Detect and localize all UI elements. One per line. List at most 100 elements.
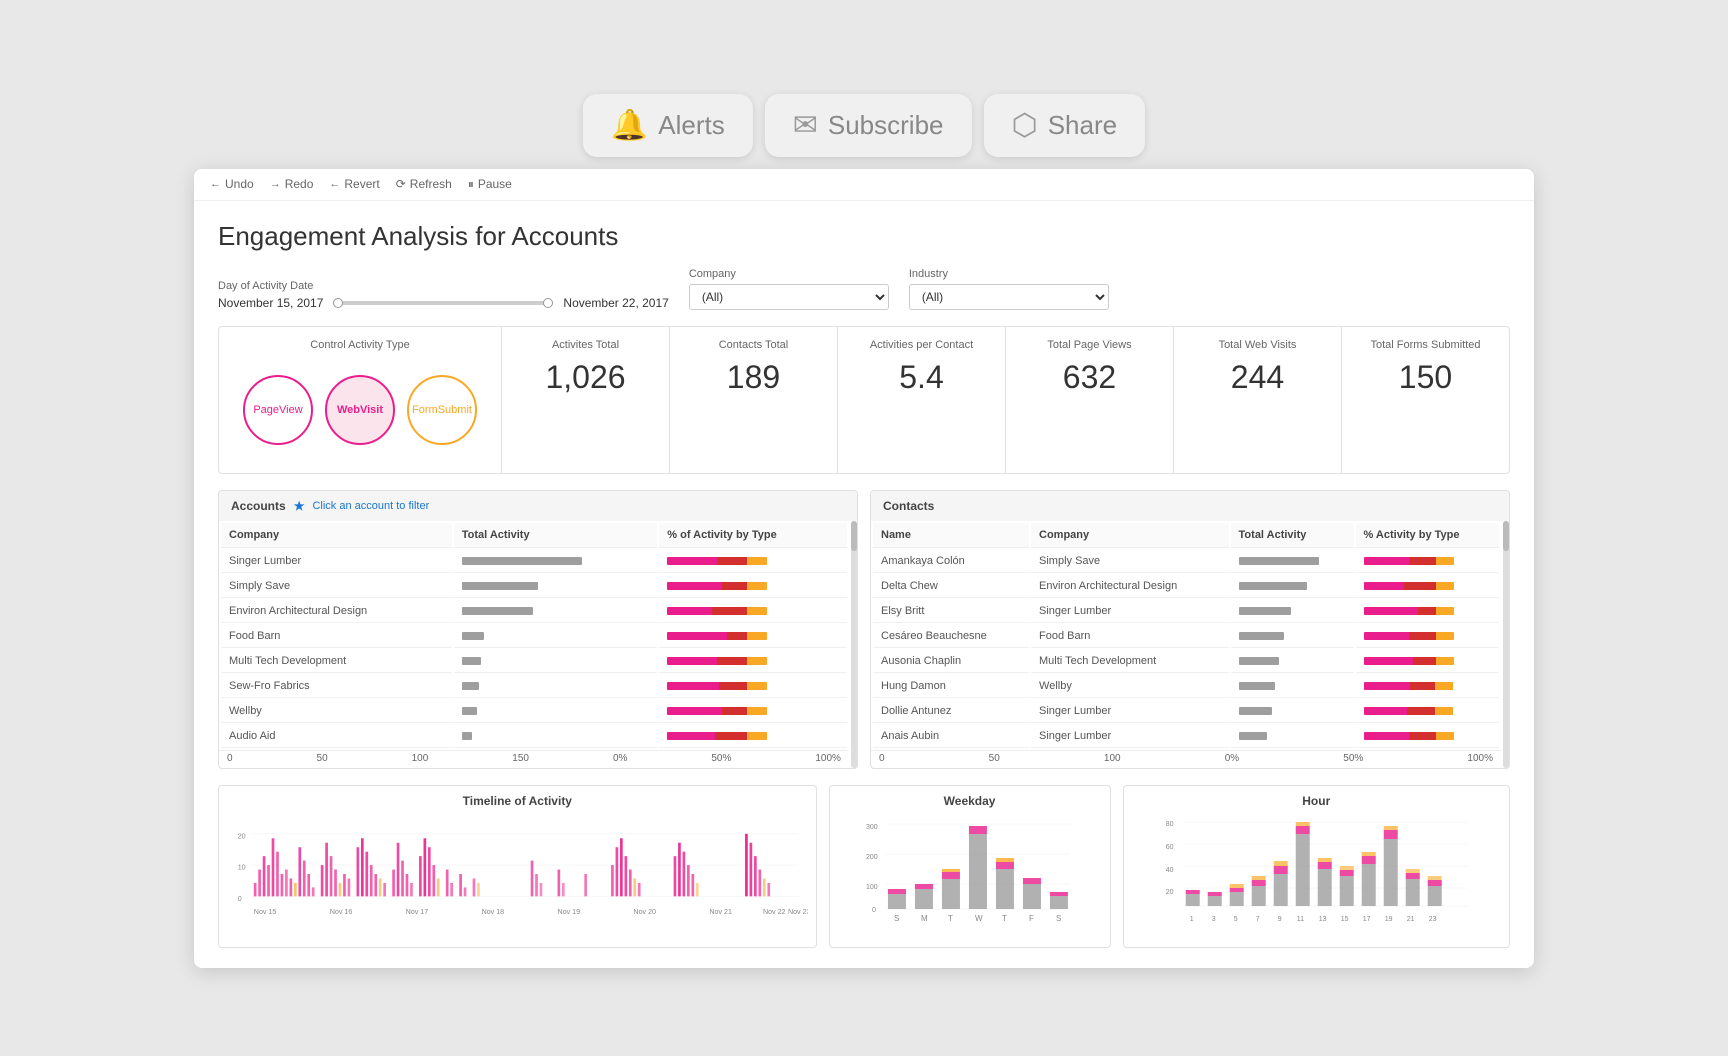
svg-text:0: 0 xyxy=(238,894,242,902)
svg-text:Nov 18: Nov 18 xyxy=(482,908,505,916)
timeline-title: Timeline of Activity xyxy=(227,794,808,808)
forms-submitted-value: 150 xyxy=(1358,359,1493,396)
undo-arrow-icon: ← xyxy=(210,178,221,190)
svg-text:17: 17 xyxy=(1362,916,1370,923)
revert-button[interactable]: ← Revert xyxy=(329,177,379,191)
filters-row: Day of Activity Date November 15, 2017 N… xyxy=(218,268,1510,310)
subscribe-label: Subscribe xyxy=(828,110,944,141)
formsubmit-circle[interactable]: FormSubmit xyxy=(407,375,477,445)
web-visits-card: Total Web Visits 244 xyxy=(1174,327,1342,473)
svg-text:S: S xyxy=(894,914,899,923)
undo-button[interactable]: ← Undo xyxy=(210,177,254,191)
pause-button[interactable]: ⏸ Pause xyxy=(468,177,512,192)
contacts-total-title: Contacts Total xyxy=(686,339,821,351)
table-row[interactable]: Audio Aid xyxy=(221,725,847,748)
subscribe-button[interactable]: ✉ Subscribe xyxy=(765,94,972,157)
accounts-scrollbar[interactable] xyxy=(851,521,857,768)
contacts-title: Contacts xyxy=(883,499,934,513)
company-filter-label: Company xyxy=(689,268,889,280)
table-row[interactable]: Sew-Fro Fabrics xyxy=(221,675,847,698)
page-title: Engagement Analysis for Accounts xyxy=(218,221,1510,252)
table-row[interactable]: Delta ChewEnviron Architectural Design xyxy=(873,575,1499,598)
table-row[interactable]: Anais AubinSinger Lumber xyxy=(873,725,1499,748)
industry-filter-label: Industry xyxy=(909,268,1109,280)
svg-text:11: 11 xyxy=(1296,916,1303,923)
page-views-title: Total Page Views xyxy=(1022,339,1157,351)
hour-title: Hour xyxy=(1132,794,1501,808)
contacts-total-card: Contacts Total 189 xyxy=(670,327,838,473)
svg-text:21: 21 xyxy=(1406,916,1414,923)
date-start: November 15, 2017 xyxy=(218,296,323,310)
toolbar: ← Undo → Redo ← Revert ⟳ Refresh ⏸ Pause xyxy=(194,169,1534,201)
svg-text:M: M xyxy=(921,914,928,923)
svg-text:15: 15 xyxy=(1340,916,1348,923)
web-visits-value: 244 xyxy=(1190,359,1325,396)
contacts-scrollbar[interactable] xyxy=(1503,521,1509,768)
activities-total-card: Activites Total 1,026 xyxy=(502,327,670,473)
share-button[interactable]: ⬡ Share xyxy=(984,94,1146,157)
alerts-button[interactable]: 🔔 Alerts xyxy=(583,94,753,157)
table-row[interactable]: Simply Save xyxy=(221,575,847,598)
svg-text:200: 200 xyxy=(866,854,878,861)
svg-text:100: 100 xyxy=(866,884,878,891)
svg-text:23: 23 xyxy=(1428,916,1436,923)
web-visits-title: Total Web Visits xyxy=(1190,339,1325,351)
table-row[interactable]: Dollie AntunezSinger Lumber xyxy=(873,700,1499,723)
forms-submitted-title: Total Forms Submitted xyxy=(1358,339,1493,351)
table-row[interactable]: Multi Tech Development xyxy=(221,650,847,673)
col-pct-activity: % of Activity by Type xyxy=(659,523,847,548)
forms-submitted-card: Total Forms Submitted 150 xyxy=(1342,327,1509,473)
svg-text:S: S xyxy=(1056,914,1061,923)
contacts-section-header: Contacts xyxy=(871,491,1509,521)
table-row[interactable]: Elsy BrittSinger Lumber xyxy=(873,600,1499,623)
page-views-card: Total Page Views 632 xyxy=(1006,327,1174,473)
alerts-label: Alerts xyxy=(658,110,724,141)
redo-arrow-icon: → xyxy=(270,178,281,190)
refresh-button[interactable]: ⟳ Refresh xyxy=(396,177,452,191)
table-row[interactable]: Environ Architectural Design xyxy=(221,600,847,623)
star-icon: ★ xyxy=(294,499,305,513)
accounts-section: Accounts ★ Click an account to filter Co… xyxy=(218,490,858,769)
svg-text:Nov 19: Nov 19 xyxy=(558,908,581,916)
page-views-value: 632 xyxy=(1022,359,1157,396)
revert-arrow-icon: ← xyxy=(329,178,340,190)
accounts-click-filter[interactable]: Click an account to filter xyxy=(312,500,429,512)
webvisit-circle[interactable]: WebVisit xyxy=(325,375,395,445)
table-row[interactable]: Wellby xyxy=(221,700,847,723)
svg-text:Nov 20: Nov 20 xyxy=(633,908,656,916)
svg-text:20: 20 xyxy=(238,832,246,840)
svg-text:5: 5 xyxy=(1233,916,1237,923)
col-contact-company: Company xyxy=(1031,523,1229,548)
date-slider[interactable] xyxy=(333,301,553,305)
share-icon: ⬡ xyxy=(1012,108,1038,143)
col-name: Name xyxy=(873,523,1029,548)
industry-select[interactable]: (All) xyxy=(909,284,1109,310)
weekday-title: Weekday xyxy=(838,794,1102,808)
bottom-charts: Timeline of Activity 20 10 0 xyxy=(218,785,1510,948)
company-select[interactable]: (All) xyxy=(689,284,889,310)
table-row[interactable]: Amankaya ColónSimply Save xyxy=(873,550,1499,573)
refresh-icon: ⟳ xyxy=(396,177,406,191)
svg-text:40: 40 xyxy=(1165,867,1173,874)
table-row[interactable]: Singer Lumber xyxy=(221,550,847,573)
svg-text:3: 3 xyxy=(1211,916,1215,923)
pageview-circle[interactable]: PageView xyxy=(243,375,313,445)
svg-text:10: 10 xyxy=(238,863,246,871)
table-row[interactable]: Hung DamonWellby xyxy=(873,675,1499,698)
table-row[interactable]: Food Barn xyxy=(221,625,847,648)
control-activity-type-card: Control Activity Type PageView WebVisit … xyxy=(219,327,502,473)
company-filter: Company (All) xyxy=(689,268,889,310)
table-row[interactable]: Ausonia ChaplinMulti Tech Development xyxy=(873,650,1499,673)
main-content: Engagement Analysis for Accounts Day of … xyxy=(194,201,1534,968)
svg-text:19: 19 xyxy=(1384,916,1392,923)
svg-text:7: 7 xyxy=(1255,916,1259,923)
control-activity-title: Control Activity Type xyxy=(235,339,485,351)
redo-button[interactable]: → Redo xyxy=(270,177,314,191)
pause-icon: ⏸ xyxy=(468,177,474,192)
kpi-row: Control Activity Type PageView WebVisit … xyxy=(218,326,1510,474)
table-row[interactable]: Cesáreo BeauchesneFood Barn xyxy=(873,625,1499,648)
weekday-svg: 300 200 100 0 xyxy=(838,814,1102,934)
activities-per-contact-card: Activities per Contact 5.4 xyxy=(838,327,1006,473)
svg-text:1: 1 xyxy=(1189,916,1193,923)
contacts-table: Name Company Total Activity % Activity b… xyxy=(871,521,1501,750)
